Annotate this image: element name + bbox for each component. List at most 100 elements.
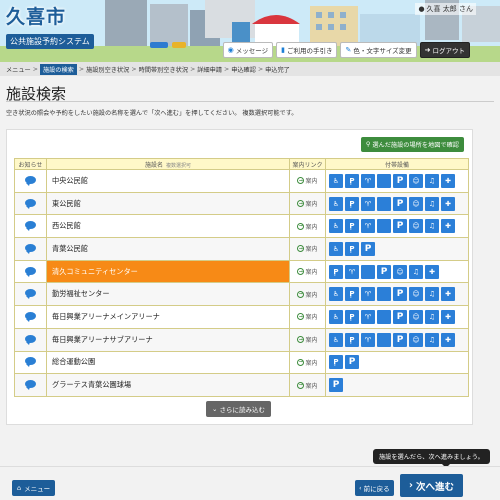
facilities-cell: ♿ P̣ ♈ P ☺ ♫ ✚ bbox=[325, 191, 469, 216]
facility-name[interactable]: 毎日興業アリーナメインアリーナ bbox=[46, 305, 290, 329]
accessible-toilet-icon: ♈ bbox=[361, 196, 375, 211]
hearing-loop-icon: ♫ bbox=[425, 196, 439, 211]
hearing-loop-icon: ♫ bbox=[425, 173, 439, 188]
guide-link-cell: ➞ 案内 bbox=[289, 305, 326, 329]
facilities-cell: ♿ P̣ ♈ P ☺ ♫ ✚ bbox=[325, 305, 469, 329]
header-message: お知らせ bbox=[14, 158, 47, 170]
logout-icon: ➜ bbox=[424, 46, 431, 54]
message-bubble-icon[interactable] bbox=[25, 311, 36, 322]
message-bubble-icon[interactable] bbox=[25, 221, 36, 232]
link-icon: ➞ bbox=[297, 313, 305, 321]
table-row[interactable]: 西公民館 ➞ 案内 ♿ P̣ ♈ P ☺ ♫ ✚ bbox=[14, 214, 469, 239]
link-icon: ➞ bbox=[297, 245, 305, 253]
breadcrumb-separator: > bbox=[131, 65, 137, 73]
message-bubble-icon[interactable] bbox=[25, 380, 36, 391]
header-link: 案内リンク bbox=[289, 158, 326, 170]
display-settings-label: 色・文字サイズ変更 bbox=[353, 47, 412, 55]
facility-list-card: ⚲ 選んだ施設の場所を地図で確認 お知らせ 施設名 複数選択可 案内リンク 付帯設… bbox=[6, 129, 473, 425]
breadcrumb-separator: > bbox=[224, 65, 230, 73]
table-row[interactable]: 総合運動公園 ➞ 案内 P̣ P bbox=[14, 350, 469, 375]
facility-name[interactable]: 中央公民館 bbox=[46, 169, 290, 193]
guide-link[interactable]: ➞ 案内 bbox=[297, 244, 318, 253]
map-confirm-button[interactable]: ⚲ 選んだ施設の場所を地図で確認 bbox=[360, 137, 464, 152]
blank-icon bbox=[377, 173, 391, 188]
guide-link[interactable]: ➞ 案内 bbox=[297, 176, 318, 185]
table-row[interactable]: 毎日興業アリーナサブアリーナ ➞ 案内 ♿ P̣ ♈ P ☺ ♫ ✚ bbox=[14, 327, 469, 352]
message-bubble-icon[interactable] bbox=[25, 357, 36, 368]
home-icon: ⌂ bbox=[17, 484, 22, 492]
guide-link-label: 案内 bbox=[305, 314, 318, 322]
message-bubble-icon[interactable] bbox=[25, 198, 36, 209]
message-cell bbox=[14, 305, 47, 329]
hearing-loop-icon: ♫ bbox=[425, 332, 439, 347]
table-row[interactable]: 中央公民館 ➞ 案内 ♿ P̣ ♈ P ☺ ♫ ✚ bbox=[14, 169, 469, 193]
user-name: 久喜 太郎 さん bbox=[426, 5, 473, 13]
message-cell bbox=[14, 282, 47, 307]
blank-icon bbox=[377, 287, 391, 302]
chevron-right-icon: › bbox=[409, 480, 413, 491]
link-icon: ➞ bbox=[297, 222, 305, 230]
disabled-parking-icon: P̣ bbox=[345, 241, 359, 256]
table-row[interactable]: グラーテス青葉公園球場 ➞ 案内 P bbox=[14, 373, 469, 397]
breadcrumb-separator: > bbox=[32, 65, 38, 73]
user-info: ● 久喜 太郎 さん bbox=[415, 3, 476, 15]
pencil-icon: ✎ bbox=[345, 46, 352, 54]
guide-link[interactable]: ➞ 案内 bbox=[297, 199, 318, 208]
user-icon: ● bbox=[418, 5, 425, 13]
breadcrumb-separator: > bbox=[78, 65, 85, 73]
baby-icon: ☺ bbox=[409, 196, 423, 211]
guide-link-cell: ➞ 案内 bbox=[289, 350, 326, 375]
load-more-button[interactable]: ⌄ さらに読み込む bbox=[206, 401, 271, 417]
guide-link[interactable]: ➞ 案内 bbox=[297, 222, 318, 231]
wheelchair-icon: ♿ bbox=[329, 173, 343, 188]
facility-name[interactable]: 毎日興業アリーナサブアリーナ bbox=[46, 327, 290, 352]
table-row[interactable]: 東公民館 ➞ 案内 ♿ P̣ ♈ P ☺ ♫ ✚ bbox=[14, 191, 469, 216]
table-row[interactable]: 勤労福祉センター ➞ 案内 ♿ P̣ ♈ P ☺ ♫ ✚ bbox=[14, 282, 469, 307]
guide-link[interactable]: ➞ 案内 bbox=[297, 290, 318, 299]
breadcrumb-item: 申込確認 bbox=[231, 66, 256, 74]
logout-button[interactable]: ➜ ログアウト bbox=[419, 42, 470, 58]
table-header-row: お知らせ 施設名 複数選択可 案内リンク 付帯設備 bbox=[14, 158, 469, 170]
display-settings-button[interactable]: ✎ 色・文字サイズ変更 bbox=[340, 42, 417, 58]
facility-name[interactable]: 東公民館 bbox=[46, 191, 290, 216]
message-cell bbox=[14, 350, 47, 375]
breadcrumb-item[interactable]: メニュー bbox=[6, 65, 31, 74]
guide-link[interactable]: ➞ 案内 bbox=[297, 312, 318, 322]
facility-name[interactable]: 総合運動公園 bbox=[46, 350, 290, 375]
logout-button-label: ログアウト bbox=[432, 47, 466, 55]
breadcrumb-separator: > bbox=[190, 65, 196, 73]
guide-button[interactable]: ▮ ご利用の手引き bbox=[276, 42, 338, 58]
guide-link-cell: ➞ 案内 bbox=[289, 191, 326, 216]
table-row[interactable]: 清久コミュニティセンター ➞ 案内 P̣ ♈ P ☺ ♫ ✚ bbox=[14, 259, 469, 284]
facility-name[interactable]: 勤労福祉センター bbox=[46, 282, 290, 307]
baby-icon: ☺ bbox=[393, 264, 407, 279]
facility-name[interactable]: 西公民館 bbox=[46, 214, 290, 239]
message-bubble-icon[interactable] bbox=[25, 266, 36, 277]
divider bbox=[6, 101, 494, 102]
back-button[interactable]: ‹ 前に戻る bbox=[355, 480, 394, 496]
table-row[interactable]: 毎日興業アリーナメインアリーナ ➞ 案内 ♿ P̣ ♈ P ☺ ♫ ✚ bbox=[14, 305, 469, 329]
disabled-parking-icon: P̣ bbox=[345, 173, 359, 188]
message-bubble-icon[interactable] bbox=[25, 334, 36, 345]
breadcrumb-separator: > bbox=[257, 65, 264, 73]
guide-link[interactable]: ➞ 案内 bbox=[297, 358, 318, 367]
facility-name[interactable]: グラーテス青葉公園球場 bbox=[46, 373, 290, 397]
next-button[interactable]: › 次へ進む bbox=[400, 474, 463, 497]
message-bubble-icon[interactable] bbox=[25, 175, 36, 186]
brand: 久喜市 公共施設予約システム bbox=[6, 2, 94, 49]
message-button[interactable]: ◉ メッセージ bbox=[222, 42, 274, 58]
facility-name[interactable]: 青葉公民館 bbox=[46, 237, 290, 261]
message-bubble-icon[interactable] bbox=[25, 289, 36, 300]
guide-link[interactable]: ➞ 案内 bbox=[297, 381, 318, 390]
facility-table: お知らせ 施設名 複数選択可 案内リンク 付帯設備 中央公民館 ➞ 案内 ♿ P̣ ♈ P ☺ ♫… bbox=[14, 158, 469, 397]
guide-link[interactable]: ➞ 案内 bbox=[297, 267, 318, 276]
disabled-parking-icon: P̣ bbox=[345, 219, 359, 234]
message-bubble-icon[interactable] bbox=[25, 243, 36, 254]
facility-name-selected[interactable]: 清久コミュニティセンター bbox=[46, 259, 290, 284]
menu-button[interactable]: ⌂ メニュー bbox=[12, 480, 56, 496]
hearing-loop-icon: ♫ bbox=[425, 287, 439, 302]
parking-icon: P bbox=[329, 378, 343, 393]
guide-link[interactable]: ➞ 案内 bbox=[297, 335, 318, 344]
parking-icon: P bbox=[393, 219, 407, 234]
table-row[interactable]: 青葉公民館 ➞ 案内 ♿ P̣ P bbox=[14, 237, 469, 261]
